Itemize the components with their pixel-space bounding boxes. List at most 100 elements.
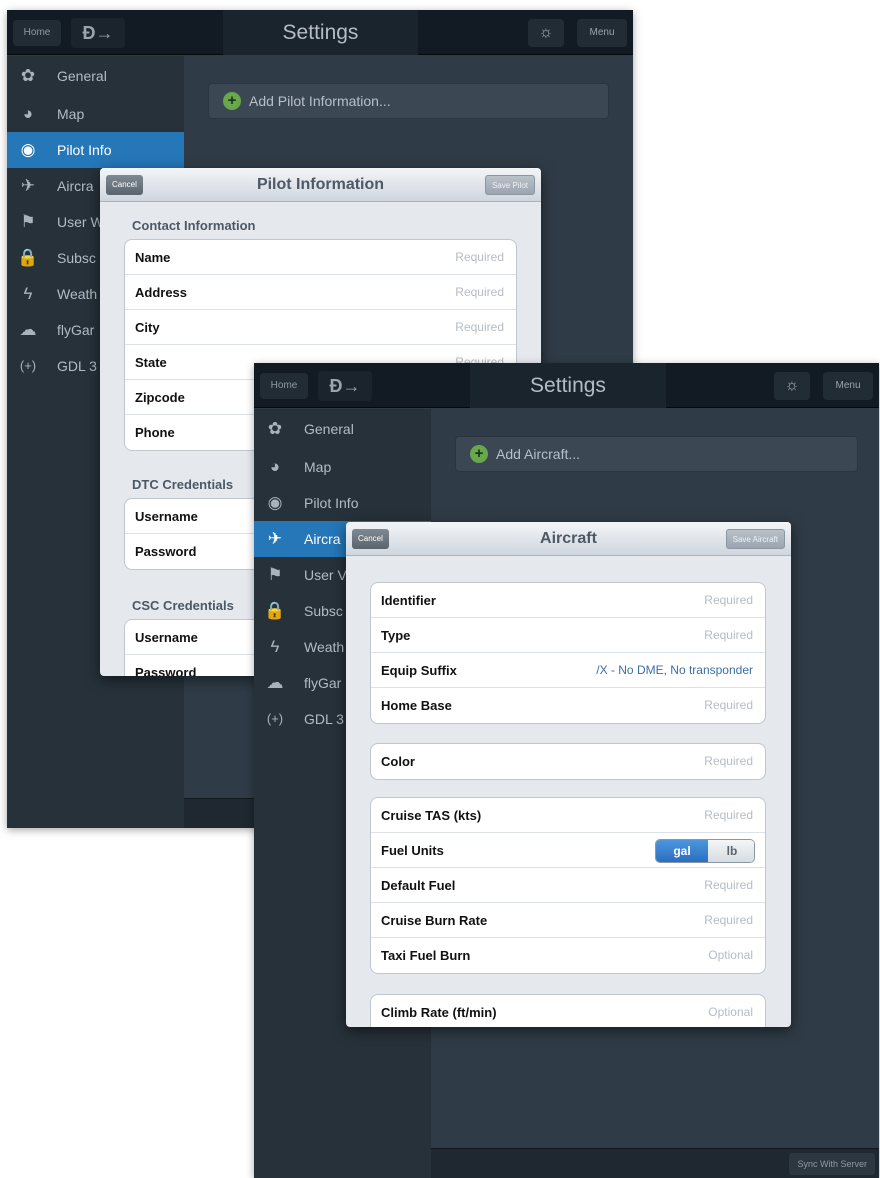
sidebar-item-map[interactable]: ◕ Map [7,96,184,132]
field-label: Climb Rate (ft/min) [381,1005,497,1020]
field-value: Required [704,628,753,642]
brightness-icon[interactable]: ☼ [528,19,564,47]
taxi-fuel-burn-row[interactable]: Taxi Fuel Burn Optional [371,938,765,973]
field-label: Username [135,630,198,645]
field-value: Required [455,285,504,299]
sidebar-item-label: Map [57,106,85,122]
brightness-icon[interactable]: ☼ [774,372,810,400]
field-value: Required [704,593,753,607]
add-aircraft-label: Add Aircraft... [496,446,581,462]
sidebar-item-general[interactable]: ✿ General [7,58,184,94]
dialog-header: Aircraft Cancel Save Aircraft [346,522,791,556]
field-label: Identifier [381,593,436,608]
cancel-button[interactable]: Cancel [352,529,389,549]
field-label: Taxi Fuel Burn [381,948,471,963]
field-value: Optional [708,1005,753,1019]
field-label: Cruise TAS (kts) [381,808,482,823]
sidebar-item-label: Weath [304,639,345,655]
page-title: Settings [223,10,418,55]
sidebar-item-label: User V [304,567,347,583]
field-value: Required [704,913,753,927]
sidebar-item-label: GDL 3 [304,711,344,727]
save-aircraft-button[interactable]: Save Aircraft [725,529,785,549]
cloud-icon: ☁ [19,320,37,339]
direct-to-button[interactable]: Đ→ [71,18,125,48]
field-label: Password [135,544,197,559]
aircraft-climb-group: Climb Rate (ft/min) Optional [370,994,766,1027]
home-button[interactable]: Home [13,20,61,46]
cruise-tas-row[interactable]: Cruise TAS (kts) Required [371,798,765,833]
field-label: City [135,320,160,335]
flag-icon: ⚑ [267,565,283,584]
sidebar-item-label: Map [304,459,332,475]
pilot-icon: ◉ [267,493,283,512]
field-label: Home Base [381,698,452,713]
weather-icon: ϟ [270,637,280,656]
airplane-icon: ✈ [267,529,283,548]
sidebar-item-label: Weath [57,286,98,302]
field-value: Optional [708,948,753,962]
add-icon: + [223,92,241,110]
field-label: Equip Suffix [381,663,457,678]
field-label: Type [381,628,411,643]
sidebar-item-label: User W [57,214,104,230]
sidebar-item-label: General [57,68,107,84]
field-value: Required [704,808,753,822]
menu-button[interactable]: Menu [577,19,627,47]
color-row[interactable]: Color Required [371,744,765,779]
save-pilot-button[interactable]: Save Pilot [484,175,535,195]
sidebar-item-pilot-info[interactable]: ◉ Pilot Info [254,485,431,521]
lock-icon: 🔒 [264,601,286,620]
sidebar-item-label: Aircra [304,531,341,547]
sidebar-item-map[interactable]: ◕ Map [254,449,431,485]
sync-with-server-button[interactable]: Sync With Server [789,1153,875,1175]
airplane-icon: ✈ [20,176,36,195]
field-label: Username [135,509,198,524]
sidebar-item-label: flyGar [57,322,95,338]
name-row[interactable]: Name Required [125,240,516,275]
dialog-header: Pilot Information Cancel Save Pilot [100,168,541,202]
cruise-burn-rate-row[interactable]: Cruise Burn Rate Required [371,903,765,938]
top-bar: Home Đ→ Settings ☼ Menu [7,10,633,55]
pilot-icon: ◉ [20,140,36,159]
fuel-units-row: Fuel Units gal lb [371,833,765,868]
home-base-row[interactable]: Home Base Required [371,688,765,723]
cancel-button[interactable]: Cancel [106,175,143,195]
field-label: Cruise Burn Rate [381,913,488,928]
add-pilot-label: Add Pilot Information... [249,93,391,109]
globe-icon: ◕ [269,457,281,476]
field-value: Required [704,698,753,712]
aircraft-performance-group: Cruise TAS (kts) Required Fuel Units gal … [370,797,766,974]
sidebar-item-general[interactable]: ✿ General [254,411,431,447]
add-pilot-button[interactable]: + Add Pilot Information... [208,83,609,119]
fuel-units-gal-option[interactable]: gal [656,840,708,862]
sidebar-item-label: Pilot Info [57,142,112,158]
menu-button[interactable]: Menu [823,372,873,400]
field-value: Required [704,754,753,768]
lock-icon: 🔒 [17,248,39,267]
direct-to-button[interactable]: Đ→ [318,371,372,401]
aircraft-color-group: Color Required [370,743,766,780]
add-aircraft-button[interactable]: + Add Aircraft... [455,436,858,472]
cloud-icon: ☁ [266,673,284,692]
equip-suffix-row[interactable]: Equip Suffix/X - No DME, No transponder [371,653,765,688]
weather-icon: ϟ [23,284,33,303]
city-row[interactable]: City Required [125,310,516,345]
home-button[interactable]: Home [260,373,308,399]
sidebar-item-pilot-info[interactable]: ◉ Pilot Info [7,132,184,168]
fuel-units-lb-option[interactable]: lb [708,840,754,862]
aircraft-dialog: Aircraft Cancel Save Aircraft Identifier… [346,522,791,1027]
climb-rate-row[interactable]: Climb Rate (ft/min) Optional [371,995,765,1027]
section-header-csc: CSC Credentials [132,598,234,613]
sidebar-item-label: General [304,421,354,437]
wireless-icon: (+) [266,711,284,726]
aircraft-identity-group: Identifier Required Type Required Equip Su… [370,582,766,724]
wireless-icon: (+) [19,358,37,373]
fuel-units-toggle[interactable]: gal lb [655,839,755,863]
field-value: /X - No DME, No transponder [596,663,753,677]
identifier-row[interactable]: Identifier Required [371,583,765,618]
page-title: Settings [470,363,666,408]
type-row[interactable]: Type Required [371,618,765,653]
default-fuel-row[interactable]: Default Fuel Required [371,868,765,903]
address-row[interactable]: Address Required [125,275,516,310]
